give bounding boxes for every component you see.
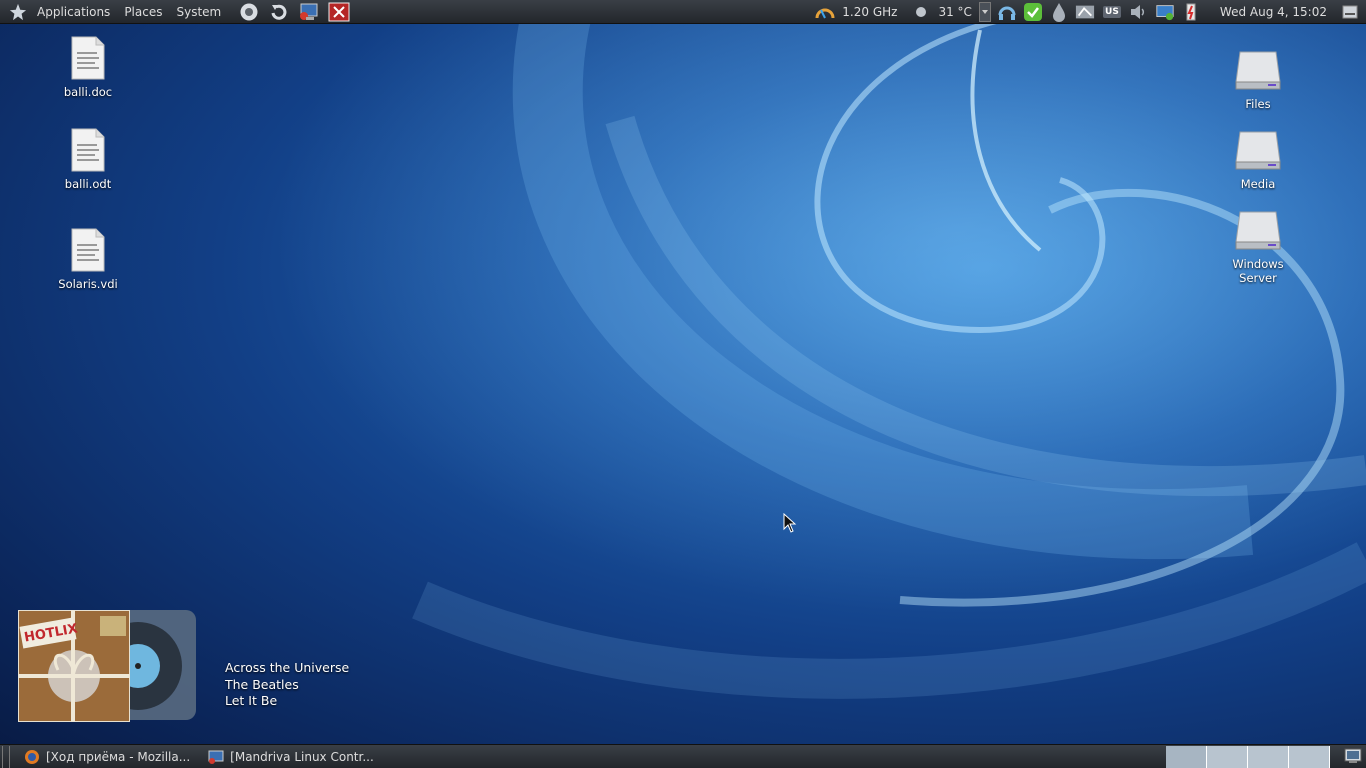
desktop-drive-windows-server[interactable]: Windows Server	[1213, 208, 1303, 285]
clock[interactable]: Wed Aug 4, 15:02	[1220, 5, 1327, 19]
hard-drive-icon	[1235, 51, 1281, 90]
track-artist: The Beatles	[225, 676, 299, 692]
security-check-icon[interactable]	[1023, 2, 1043, 22]
headphones-icon[interactable]	[997, 2, 1017, 22]
menu-applications[interactable]: Applications	[30, 0, 117, 24]
desktop-drive-media[interactable]: Media	[1213, 128, 1303, 191]
workspace-4[interactable]	[1289, 746, 1330, 768]
task-firefox[interactable]: [Ход приёма - Mozilla...	[18, 746, 196, 768]
hard-drive-icon	[1235, 211, 1281, 250]
update-notifier-icon[interactable]	[1155, 2, 1175, 22]
show-desktop-icon[interactable]	[1344, 748, 1362, 764]
battery-icon[interactable]	[1181, 2, 1201, 22]
workspace-1[interactable]	[1166, 746, 1207, 768]
now-playing-widget[interactable]: HOTLIX Across the Universe The Beatles L…	[18, 610, 378, 725]
eject-icon[interactable]	[1340, 2, 1360, 22]
temperature-icon	[911, 2, 931, 22]
hard-drive-icon	[1235, 131, 1281, 170]
desktop-file-solaris-vdi[interactable]: Solaris.vdi	[43, 228, 133, 291]
temperature-value: 31 °C	[938, 5, 972, 19]
document-icon	[71, 36, 105, 80]
update-icon[interactable]	[268, 1, 290, 23]
main-menu: Applications Places System	[0, 0, 228, 24]
document-icon	[71, 128, 105, 172]
close-window-icon[interactable]	[328, 1, 350, 23]
desktop-icon-label: Windows Server	[1232, 257, 1284, 285]
desktop-icon-label: balli.odt	[64, 177, 112, 191]
system-tray: 1.20 GHz 31 °C US Wed Aug 4, 15:02	[812, 0, 1366, 24]
desktop-icon-label: balli.doc	[63, 85, 113, 99]
panel-handle[interactable]	[2, 745, 10, 768]
firefox-icon	[25, 749, 39, 764]
desktop-drive-files[interactable]: Files	[1213, 48, 1303, 111]
task-mandriva-control-center[interactable]: [Mandriva Linux Contr...	[202, 746, 380, 768]
desktop-file-balli-doc[interactable]: balli.doc	[43, 36, 133, 99]
track-title: Across the Universe	[225, 660, 350, 675]
mouse-cursor-icon	[783, 513, 797, 533]
top-panel: Applications Places System 1.20 GHz 31 °…	[0, 0, 1366, 24]
bottom-panel: [Ход приёма - Mozilla... [Mandriva Linux…	[0, 744, 1366, 768]
distro-star-icon[interactable]	[6, 0, 30, 24]
desktop-icon-label: Media	[1240, 177, 1276, 191]
task-label: [Mandriva Linux Contr...	[230, 749, 374, 764]
desktop-icon-label: Files	[1245, 97, 1271, 111]
menu-system[interactable]: System	[169, 0, 228, 24]
network-monitor-icon[interactable]	[298, 1, 320, 23]
network-icon[interactable]	[1075, 2, 1095, 22]
desktop-file-balli-odt[interactable]: balli.odt	[43, 128, 133, 191]
cpu-frequency: 1.20 GHz	[842, 5, 898, 19]
document-icon	[71, 228, 105, 272]
workspace-2[interactable]	[1207, 746, 1248, 768]
menu-places[interactable]: Places	[117, 0, 169, 24]
track-album: Let It Be	[225, 693, 278, 708]
chevron-down-icon[interactable]	[978, 2, 991, 22]
workspace-3[interactable]	[1248, 746, 1289, 768]
firefox-icon[interactable]	[238, 1, 260, 23]
drop-icon[interactable]	[1049, 2, 1069, 22]
cpu-gauge-icon[interactable]	[815, 2, 835, 22]
workspace-switcher	[1166, 746, 1330, 768]
launchers	[238, 1, 350, 23]
track-info: Across the Universe The Beatles Let It B…	[225, 660, 349, 710]
task-label: [Ход приёма - Mozilla...	[46, 749, 191, 764]
control-center-icon	[208, 750, 224, 764]
volume-icon[interactable]	[1129, 2, 1149, 22]
keyboard-layout-label: US	[1103, 6, 1121, 18]
desktop-icon-label: Solaris.vdi	[58, 277, 118, 291]
keyboard-layout-icon[interactable]: US	[1101, 2, 1123, 22]
